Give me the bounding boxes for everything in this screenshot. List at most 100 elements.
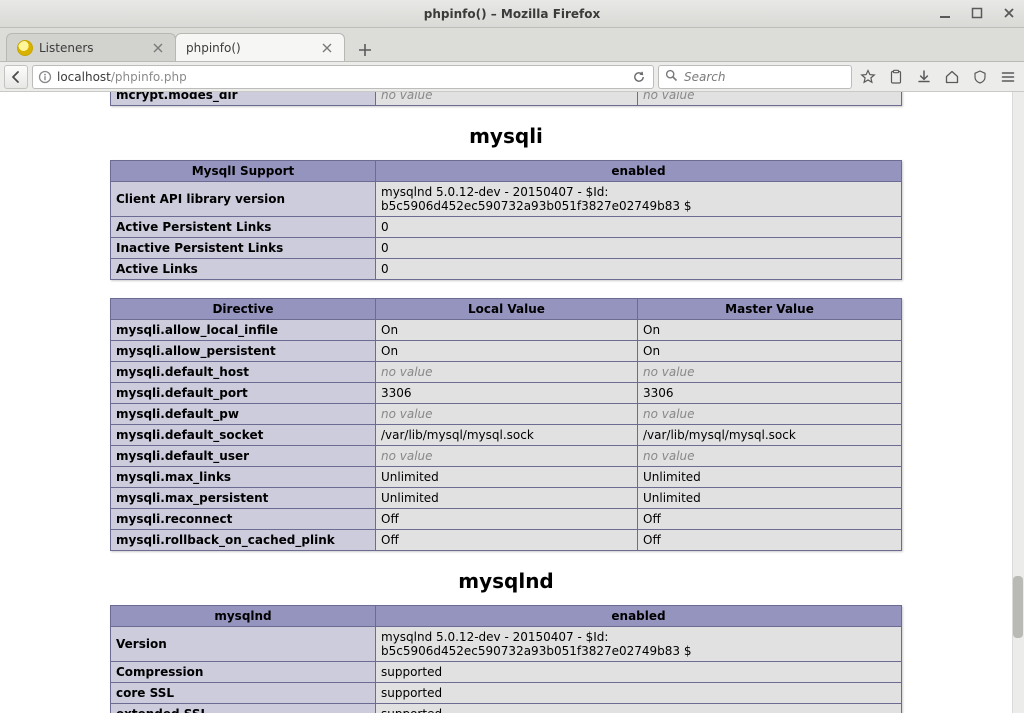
table-cell: supported — [376, 662, 902, 683]
close-icon — [1003, 7, 1015, 19]
table-cell: mysqlnd 5.0.12-dev - 20150407 - $Id: b5c… — [376, 627, 902, 662]
table-cell: extended SSL — [111, 704, 376, 713]
window-titlebar: phpinfo() – Mozilla Firefox — [0, 0, 1024, 28]
table-row: mysqli.reconnectOffOff — [111, 509, 902, 530]
table-row: mysqli.rollback_on_cached_plinkOffOff — [111, 530, 902, 551]
table-cell: Unlimited — [376, 488, 638, 509]
close-icon — [153, 43, 163, 53]
table-cell: mysqli.allow_persistent — [111, 341, 376, 362]
table-cell: Unlimited — [638, 467, 902, 488]
maximize-icon — [971, 7, 983, 19]
table-cell: Unlimited — [638, 488, 902, 509]
table-cell: mysqli.reconnect — [111, 509, 376, 530]
table-row: Inactive Persistent Links0 — [111, 238, 902, 259]
bookmark-star-button[interactable] — [858, 67, 878, 87]
th-mysqlnd: mysqlnd — [111, 606, 376, 627]
table-cell: mysqli.default_pw — [111, 404, 376, 425]
table-cell: no value — [638, 446, 902, 467]
table-mcrypt-directives-tail: mcrypt.algorithms_dirno valueno valuemcr… — [110, 92, 902, 106]
table-cell: 0 — [376, 217, 902, 238]
new-tab-button[interactable] — [350, 39, 380, 61]
table-cell: no value — [638, 362, 902, 383]
table-header-row: mysqlnd enabled — [111, 606, 902, 627]
table-cell: mysqli.max_persistent — [111, 488, 376, 509]
table-cell: core SSL — [111, 683, 376, 704]
table-cell: no value — [638, 404, 902, 425]
search-bar[interactable]: Search — [658, 65, 852, 89]
table-row: mysqli.default_pwno valueno value — [111, 404, 902, 425]
table-row: Compressionsupported — [111, 662, 902, 683]
table-mysqli-support: MysqlI Support enabled Client API librar… — [110, 160, 902, 280]
table-row: mysqli.default_socket/var/lib/mysql/mysq… — [111, 425, 902, 446]
table-cell: no value — [638, 92, 902, 106]
table-cell: mcrypt.modes_dir — [111, 92, 376, 106]
table-cell: Version — [111, 627, 376, 662]
minimize-icon — [939, 7, 951, 19]
table-row: mysqli.max_linksUnlimitedUnlimited — [111, 467, 902, 488]
tab-phpinfo[interactable]: phpinfo() — [175, 33, 345, 61]
tab-label: Listeners — [39, 41, 151, 55]
table-cell: Active Links — [111, 259, 376, 280]
table-header-row: Directive Local Value Master Value — [111, 299, 902, 320]
search-icon — [665, 69, 678, 85]
hamburger-icon — [1000, 69, 1016, 85]
reload-button[interactable] — [629, 67, 649, 87]
table-cell: Inactive Persistent Links — [111, 238, 376, 259]
plus-icon — [358, 43, 372, 57]
download-icon — [916, 69, 932, 85]
table-cell: mysqli.allow_local_infile — [111, 320, 376, 341]
tab-strip: Listeners phpinfo() — [0, 28, 1024, 62]
url-text: localhost/phpinfo.php — [57, 70, 625, 84]
table-cell: Client API library version — [111, 182, 376, 217]
tab-close-button[interactable] — [320, 41, 334, 55]
section-heading-mysqli: mysqli — [110, 124, 902, 148]
table-cell: supported — [376, 704, 902, 713]
table-mysqli-directives: Directive Local Value Master Value mysql… — [110, 298, 902, 551]
scrollbar-track[interactable] — [1012, 92, 1024, 713]
window-title: phpinfo() – Mozilla Firefox — [424, 7, 601, 21]
table-row: extended SSLsupported — [111, 704, 902, 713]
star-icon — [860, 69, 876, 85]
table-cell: mysqli.max_links — [111, 467, 376, 488]
table-mysqlnd: mysqlnd enabled Versionmysqlnd 5.0.12-de… — [110, 605, 902, 713]
table-cell: mysqli.default_socket — [111, 425, 376, 446]
info-icon — [38, 70, 52, 84]
search-placeholder: Search — [684, 70, 726, 84]
downloads-button[interactable] — [914, 67, 934, 87]
th-mysqli-support: MysqlI Support — [111, 161, 376, 182]
tab-label: phpinfo() — [186, 41, 320, 55]
site-identity-icon[interactable] — [37, 69, 53, 85]
tab-close-button[interactable] — [151, 41, 165, 55]
window-minimize-button[interactable] — [934, 3, 956, 23]
table-row: mysqli.default_hostno valueno value — [111, 362, 902, 383]
table-cell: no value — [376, 404, 638, 425]
window-close-button[interactable] — [998, 3, 1020, 23]
url-bar[interactable]: localhost/phpinfo.php — [32, 65, 654, 89]
window-maximize-button[interactable] — [966, 3, 988, 23]
back-button[interactable] — [4, 65, 28, 89]
th-master-value: Master Value — [638, 299, 902, 320]
table-cell: /var/lib/mysql/mysql.sock — [376, 425, 638, 446]
table-row: Active Links0 — [111, 259, 902, 280]
table-cell: Unlimited — [376, 467, 638, 488]
table-cell: mysqli.default_port — [111, 383, 376, 404]
table-row: Client API library versionmysqlnd 5.0.12… — [111, 182, 902, 217]
table-header-row: MysqlI Support enabled — [111, 161, 902, 182]
table-row: mysqli.default_userno valueno value — [111, 446, 902, 467]
table-row: mysqli.max_persistentUnlimitedUnlimited — [111, 488, 902, 509]
home-button[interactable] — [942, 67, 962, 87]
pocket-button[interactable] — [970, 67, 990, 87]
tab-listeners[interactable]: Listeners — [6, 33, 176, 61]
table-cell: mysqli.default_user — [111, 446, 376, 467]
th-enabled: enabled — [376, 606, 902, 627]
menu-button[interactable] — [998, 67, 1018, 87]
url-host: localhost — [57, 70, 111, 84]
th-enabled: enabled — [376, 161, 902, 182]
scrollbar-thumb[interactable] — [1013, 576, 1023, 638]
table-cell: On — [638, 341, 902, 362]
th-directive: Directive — [111, 299, 376, 320]
table-cell: no value — [376, 446, 638, 467]
page-viewport: mcrypt.algorithms_dirno valueno valuemcr… — [0, 92, 1024, 713]
library-button[interactable] — [886, 67, 906, 87]
table-row: Active Persistent Links0 — [111, 217, 902, 238]
